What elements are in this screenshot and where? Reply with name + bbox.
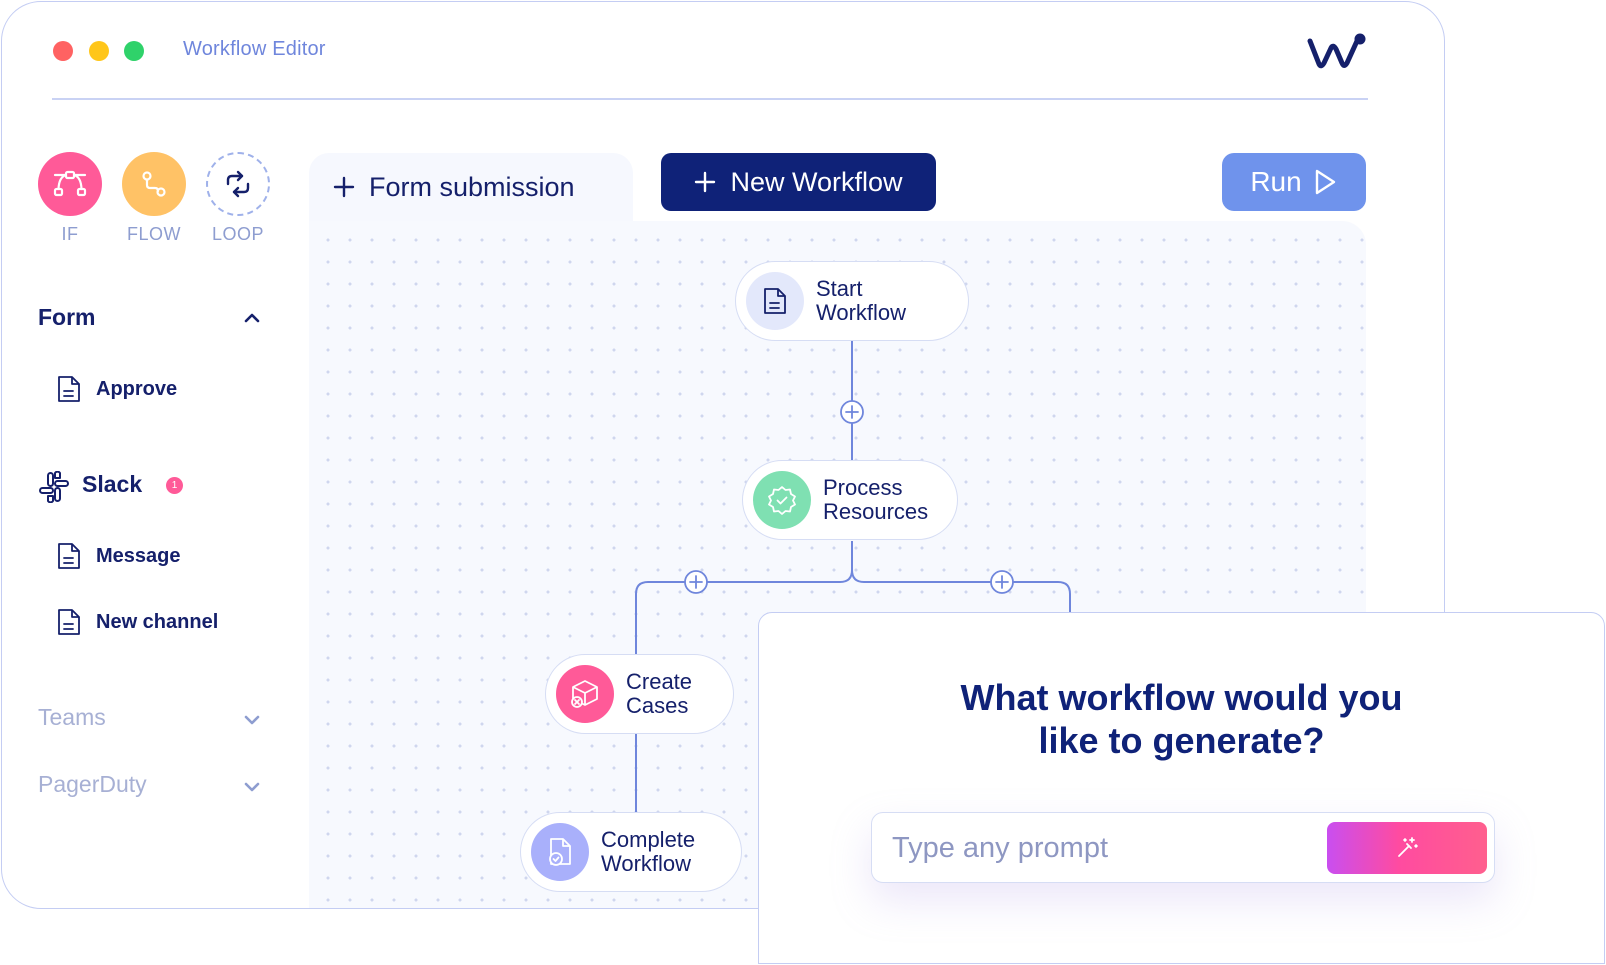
verified-badge-icon xyxy=(768,486,796,515)
add-step-icon[interactable] xyxy=(684,570,708,594)
new-workflow-button[interactable]: New Workflow xyxy=(661,153,936,211)
if-label: IF xyxy=(61,224,79,244)
section-pagerduty[interactable]: PagerDuty xyxy=(38,771,147,798)
sidebar-item-new-channel[interactable]: New channel xyxy=(56,607,218,637)
section-form[interactable]: Form xyxy=(38,304,96,331)
sidebar-item-label: New channel xyxy=(96,610,219,633)
window-title: Workflow Editor xyxy=(183,38,326,60)
new-workflow-label: New Workflow xyxy=(730,166,903,197)
if-branch-icon xyxy=(53,170,87,197)
flow-label: FLOW xyxy=(127,224,181,244)
add-step-icon[interactable] xyxy=(990,570,1014,594)
title-divider xyxy=(52,98,1368,100)
plus-icon xyxy=(695,171,716,193)
chevron-down-icon[interactable] xyxy=(242,780,262,794)
file-check-icon xyxy=(549,838,571,866)
document-icon xyxy=(58,609,80,635)
node-label: Complete Workflow xyxy=(601,827,696,876)
slack-icon xyxy=(39,471,69,503)
node-label: Start Workflow xyxy=(816,276,907,325)
question-line-2: like to generate? xyxy=(1038,720,1325,761)
minimize-window-button[interactable] xyxy=(89,41,109,61)
document-icon xyxy=(58,376,80,402)
flow-node-button[interactable] xyxy=(122,152,186,216)
generate-workflow-panel: What workflow would you like to generate… xyxy=(758,612,1605,964)
loop-label: LOOP xyxy=(211,224,265,244)
chevron-down-icon[interactable] xyxy=(242,713,262,727)
run-label: Run xyxy=(1250,166,1302,197)
section-slack[interactable]: Slack xyxy=(82,471,142,498)
node-complete-workflow[interactable]: Complete Workflow xyxy=(520,812,742,892)
sidebar-item-approve[interactable]: Approve xyxy=(56,374,177,404)
document-icon xyxy=(764,288,786,314)
play-icon xyxy=(1315,169,1335,195)
cube-cancel-icon xyxy=(571,680,598,708)
tab-label: Form submission xyxy=(369,171,575,202)
prompt-box xyxy=(871,812,1495,883)
sidebar-item-label: Message xyxy=(96,544,181,567)
generate-button[interactable] xyxy=(1327,822,1487,874)
node-icon-wrap xyxy=(556,665,614,723)
node-label: Process Resources xyxy=(823,475,929,524)
prompt-input[interactable] xyxy=(892,829,1312,867)
tab-form-submission[interactable]: Form submission xyxy=(309,153,633,221)
document-icon xyxy=(58,543,80,569)
plus-icon xyxy=(333,176,355,198)
node-label: Create Cases xyxy=(626,669,693,718)
notification-badge: 1 xyxy=(166,477,183,494)
section-teams[interactable]: Teams xyxy=(38,704,106,731)
panel-question: What workflow would you like to generate… xyxy=(759,676,1604,762)
flow-icon xyxy=(142,171,166,197)
node-create-cases[interactable]: Create Cases xyxy=(545,654,734,734)
chevron-up-icon[interactable] xyxy=(242,311,262,325)
node-icon-wrap xyxy=(746,272,804,330)
sidebar-item-label: Approve xyxy=(96,377,178,400)
sidebar-item-message[interactable]: Message xyxy=(56,541,181,571)
run-button[interactable]: Run xyxy=(1222,153,1366,211)
maximize-window-button[interactable] xyxy=(124,41,144,61)
add-step-icon[interactable] xyxy=(840,400,864,424)
app-logo-icon xyxy=(1307,33,1366,69)
node-icon-wrap xyxy=(531,823,589,881)
node-process-resources[interactable]: Process Resources xyxy=(742,460,958,540)
magic-wand-icon xyxy=(1398,837,1418,857)
node-start-workflow[interactable]: Start Workflow xyxy=(735,261,969,341)
node-icon-wrap xyxy=(753,471,811,529)
loop-icon xyxy=(226,170,250,198)
if-node-button[interactable] xyxy=(38,152,102,216)
close-window-button[interactable] xyxy=(53,41,73,61)
loop-node-button[interactable] xyxy=(206,152,270,216)
question-line-1: What workflow would you xyxy=(960,677,1403,718)
